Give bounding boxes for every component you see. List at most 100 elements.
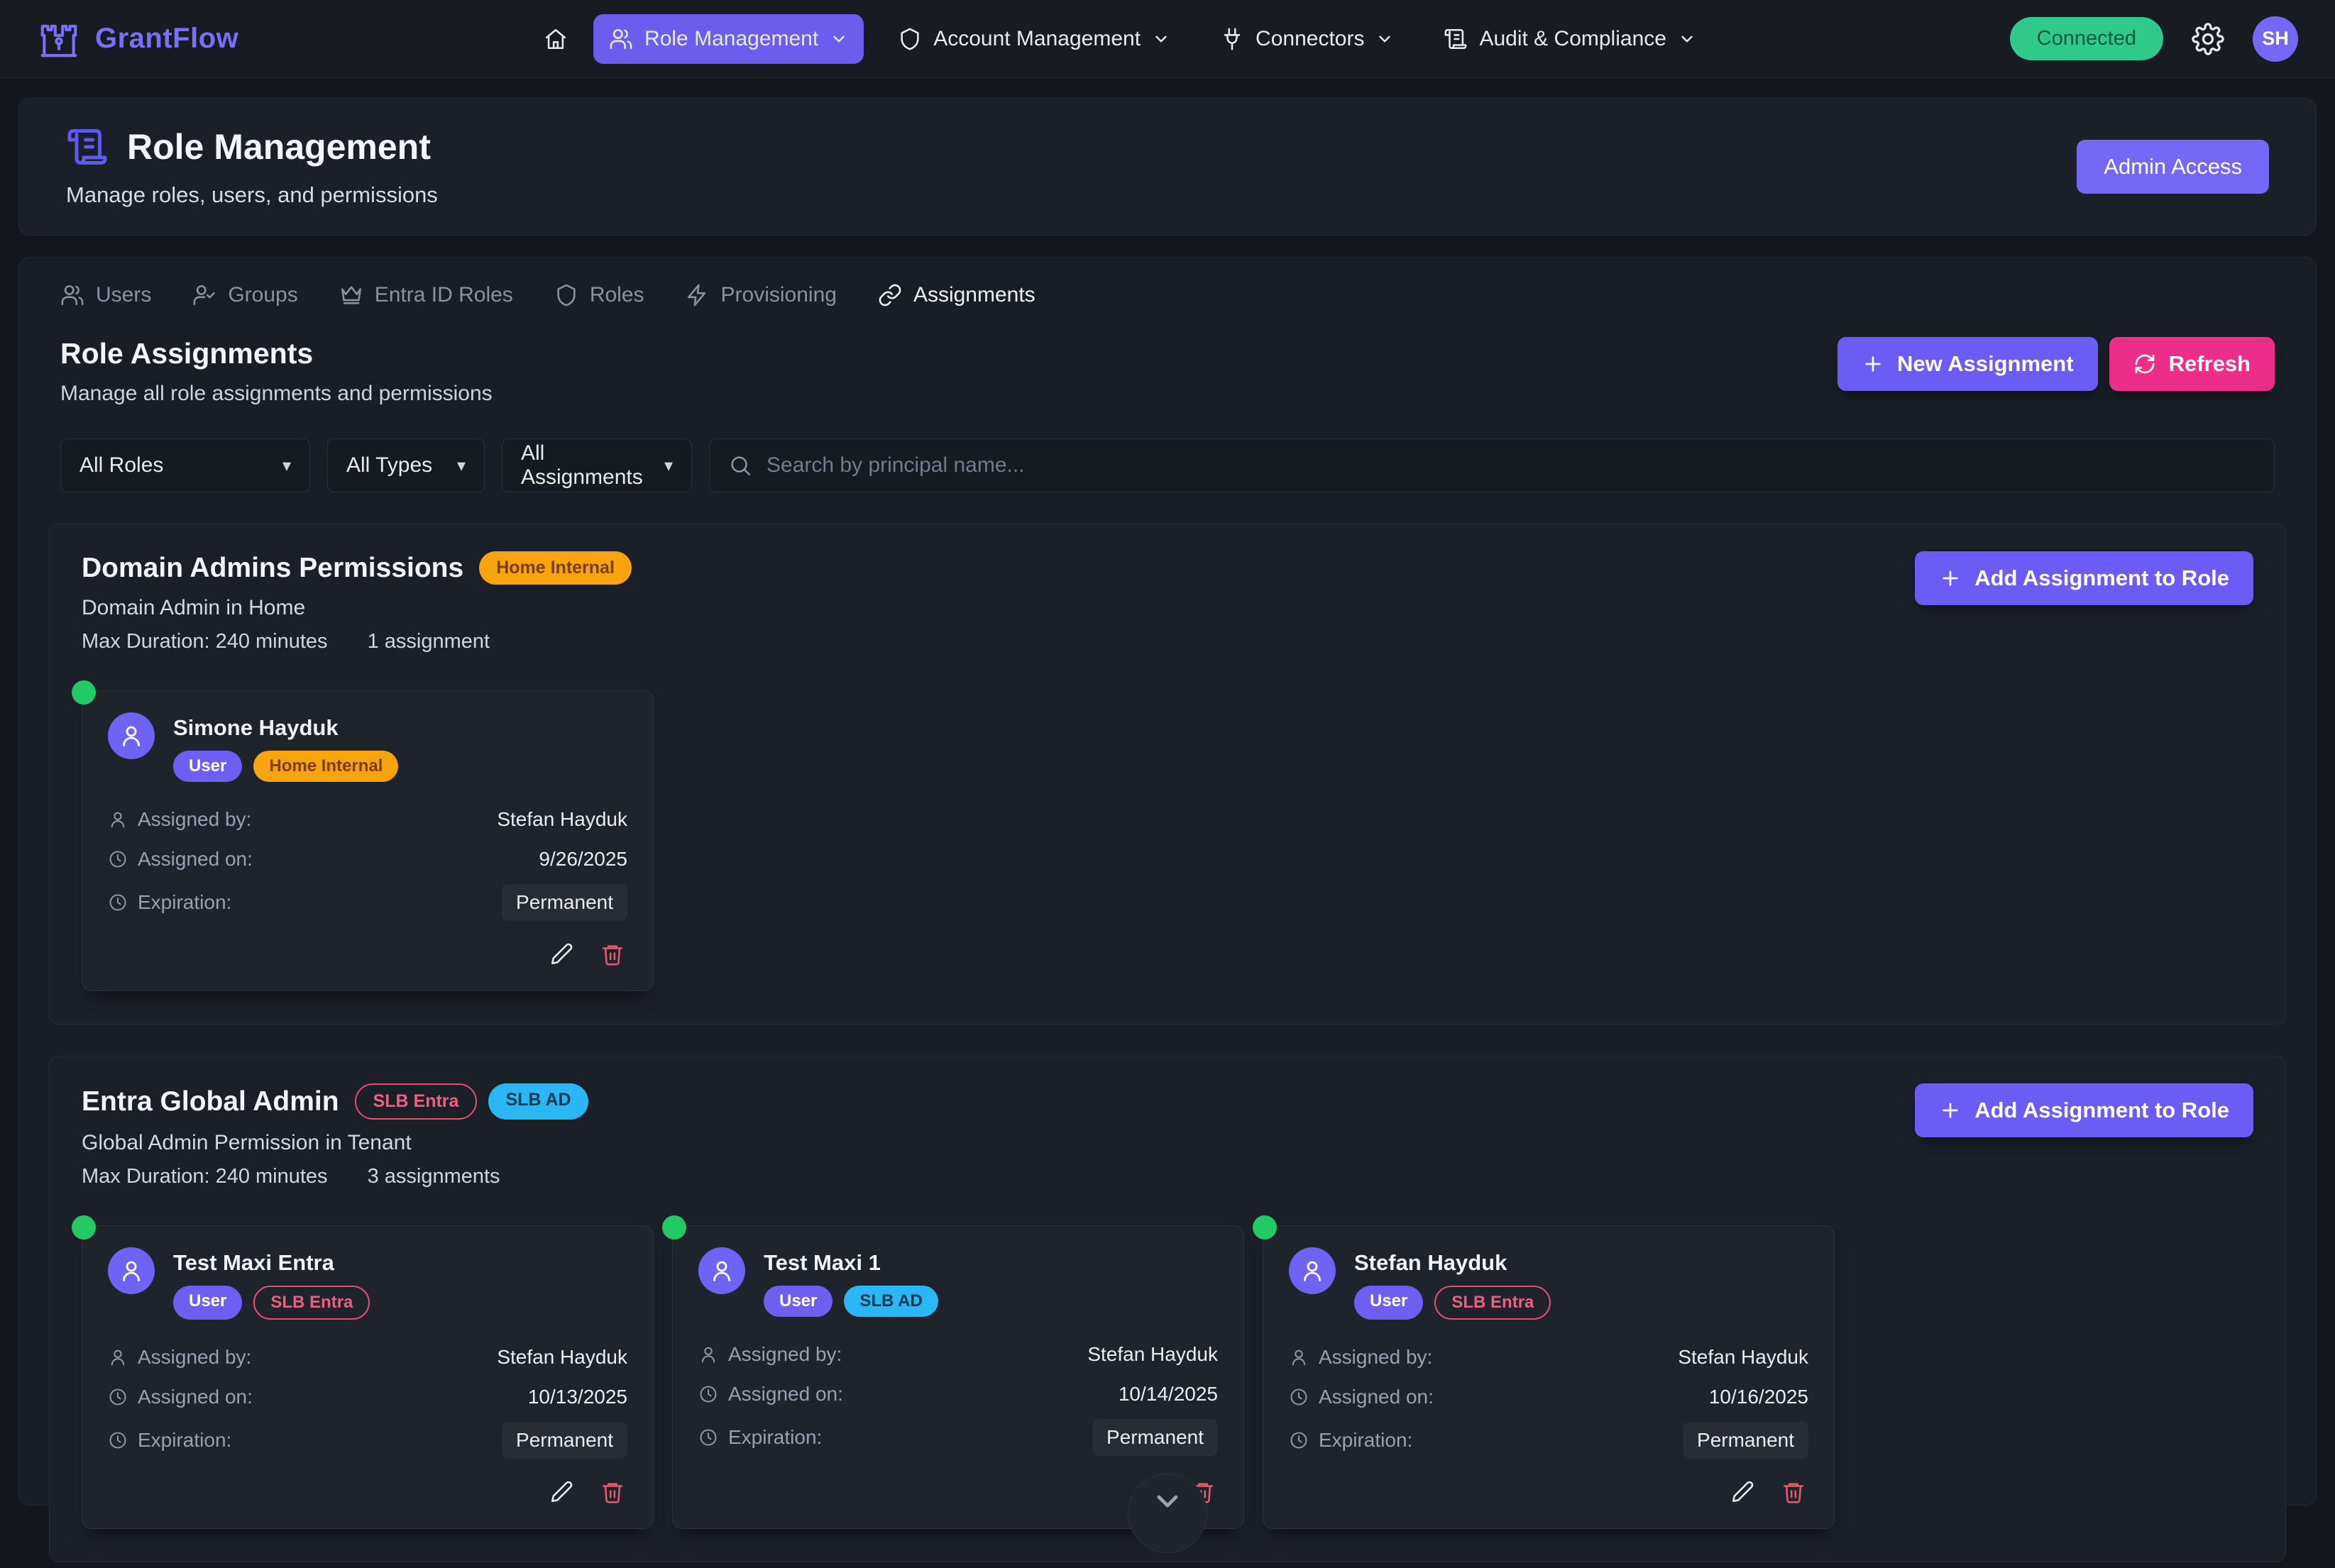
selected-value: All Roles bbox=[79, 453, 163, 477]
nav-label: Account Management bbox=[933, 27, 1141, 51]
role-badges: Home Internal bbox=[479, 551, 632, 585]
role-assignment-count: 3 assignments bbox=[368, 1165, 500, 1188]
pencil-icon bbox=[1730, 1480, 1754, 1504]
brand[interactable]: GrantFlow bbox=[37, 17, 238, 61]
edit-assignment-button[interactable] bbox=[546, 1477, 576, 1507]
chevron-down-icon bbox=[1150, 1474, 1185, 1552]
admin-access-badge[interactable]: Admin Access bbox=[2077, 140, 2269, 194]
role-max-duration: Max Duration: 240 minutes bbox=[82, 1165, 328, 1188]
delete-assignment-button[interactable] bbox=[598, 939, 627, 969]
main-nav: Role Management Account Management bbox=[537, 14, 1712, 64]
tab-label: Users bbox=[96, 283, 151, 307]
nav-audit-compliance[interactable]: Audit & Compliance bbox=[1428, 14, 1711, 64]
button-label: Refresh bbox=[2169, 351, 2251, 377]
expiration-row: Expiration: Permanent bbox=[698, 1419, 1218, 1456]
scroll-down-button[interactable] bbox=[1128, 1474, 1207, 1553]
role-assignment-count: 1 assignment bbox=[368, 630, 490, 653]
assigned-on-value: 10/13/2025 bbox=[528, 1386, 627, 1408]
user-icon bbox=[1289, 1347, 1309, 1367]
tab-assignments[interactable]: Assignments bbox=[878, 283, 1035, 307]
expiration-label: Expiration: bbox=[1319, 1429, 1412, 1452]
roles-filter-select[interactable]: All Roles ▾ bbox=[60, 438, 310, 492]
assignments-filter-select[interactable]: All Assignments ▾ bbox=[502, 438, 692, 492]
principal-name: Stefan Hayduk bbox=[1354, 1247, 1551, 1276]
tab-bar: Users Groups Entra ID Roles bbox=[49, 279, 2286, 307]
crown-icon bbox=[339, 283, 363, 307]
user-icon bbox=[108, 1347, 128, 1367]
trash-icon bbox=[600, 942, 625, 966]
assignment-cards: Simone Hayduk UserHome Internal Assigned… bbox=[82, 690, 2253, 991]
assigned-by-value: Stefan Hayduk bbox=[1087, 1343, 1218, 1366]
assigned-on-row: Assigned on: 9/26/2025 bbox=[108, 844, 627, 874]
user-icon bbox=[698, 1345, 718, 1364]
user-avatar[interactable]: SH bbox=[2253, 16, 2298, 62]
clock-icon bbox=[108, 1430, 128, 1450]
edit-assignment-button[interactable] bbox=[1727, 1477, 1757, 1507]
nav-role-management[interactable]: Role Management bbox=[593, 14, 864, 64]
plus-icon bbox=[1939, 1099, 1962, 1122]
expiration-label: Expiration: bbox=[138, 1429, 231, 1452]
tab-label: Entra ID Roles bbox=[375, 283, 513, 307]
principal-avatar bbox=[1289, 1247, 1336, 1294]
nav-home-button[interactable] bbox=[537, 14, 575, 64]
principal-avatar bbox=[698, 1247, 745, 1294]
principal-badges: UserSLB Entra bbox=[173, 1286, 370, 1320]
tab-users[interactable]: Users bbox=[60, 283, 151, 307]
refresh-icon bbox=[2133, 353, 2156, 375]
shield-icon bbox=[898, 27, 922, 51]
nav-account-management[interactable]: Account Management bbox=[882, 14, 1186, 64]
badge-user: User bbox=[764, 1286, 833, 1317]
caret-down-icon: ▾ bbox=[282, 456, 291, 476]
nav-connectors[interactable]: Connectors bbox=[1204, 14, 1410, 64]
clock-icon bbox=[108, 849, 128, 869]
expiration-value: Permanent bbox=[502, 1422, 627, 1459]
users-icon bbox=[60, 283, 84, 307]
role-max-duration: Max Duration: 240 minutes bbox=[82, 630, 328, 653]
badge-slb-entra: SLB Entra bbox=[355, 1083, 478, 1120]
edit-assignment-button[interactable] bbox=[546, 939, 576, 969]
home-icon bbox=[544, 27, 568, 51]
assigned-by-value: Stefan Hayduk bbox=[497, 808, 627, 831]
assignment-card: Stefan Hayduk UserSLB Entra Assigned by:… bbox=[1263, 1225, 1835, 1529]
delete-assignment-button[interactable] bbox=[598, 1477, 627, 1507]
badge-user: User bbox=[173, 751, 242, 782]
types-filter-select[interactable]: All Types ▾ bbox=[327, 438, 485, 492]
delete-assignment-button[interactable] bbox=[1779, 1477, 1808, 1507]
brand-name: GrantFlow bbox=[95, 23, 238, 55]
new-assignment-button[interactable]: New Assignment bbox=[1837, 337, 2098, 391]
refresh-button[interactable]: Refresh bbox=[2109, 337, 2275, 391]
user-icon bbox=[108, 810, 128, 829]
button-label: Add Assignment to Role bbox=[1974, 1098, 2229, 1123]
assignments-heading-row: Role Assignments Manage all role assignm… bbox=[49, 337, 2286, 406]
assigned-on-value: 10/16/2025 bbox=[1709, 1386, 1808, 1408]
assignment-card: Test Maxi Entra UserSLB Entra Assigned b… bbox=[82, 1225, 654, 1529]
tab-entra-id-roles[interactable]: Entra ID Roles bbox=[339, 283, 513, 307]
assigned-on-row: Assigned on: 10/16/2025 bbox=[1289, 1382, 1808, 1412]
assigned-by-label: Assigned by: bbox=[728, 1343, 842, 1366]
badge-user: User bbox=[173, 1286, 242, 1320]
active-status-dot bbox=[662, 1215, 686, 1240]
tab-provisioning[interactable]: Provisioning bbox=[686, 283, 837, 307]
role-management-icon bbox=[66, 126, 109, 168]
navbar-right: Connected SH bbox=[2010, 16, 2298, 62]
filters-row: All Roles ▾ All Types ▾ All Assignments … bbox=[49, 438, 2286, 492]
page-subtitle: Manage roles, users, and permissions bbox=[66, 182, 438, 208]
principal-badges: UserHome Internal bbox=[173, 751, 398, 782]
add-assignment-to-role-button[interactable]: Add Assignment to Role bbox=[1915, 551, 2253, 605]
clock-icon bbox=[1289, 1387, 1309, 1407]
content-panel: Users Groups Entra ID Roles bbox=[18, 257, 2317, 1506]
user-icon bbox=[119, 723, 144, 749]
shield-icon bbox=[554, 283, 578, 307]
assigned-on-label: Assigned on: bbox=[1319, 1386, 1434, 1408]
tab-groups[interactable]: Groups bbox=[192, 283, 297, 307]
connection-status-badge: Connected bbox=[2010, 17, 2163, 60]
add-assignment-to-role-button[interactable]: Add Assignment to Role bbox=[1915, 1083, 2253, 1137]
clock-icon bbox=[108, 893, 128, 912]
role-description: Global Admin Permission in Tenant bbox=[82, 1131, 588, 1155]
search-input[interactable] bbox=[767, 453, 2256, 477]
tab-roles[interactable]: Roles bbox=[554, 283, 644, 307]
assigned-on-value: 10/14/2025 bbox=[1119, 1383, 1218, 1406]
settings-button[interactable] bbox=[2192, 23, 2224, 55]
top-navbar: GrantFlow Role Management bbox=[0, 0, 2335, 78]
principal-badges: UserSLB AD bbox=[764, 1286, 938, 1317]
